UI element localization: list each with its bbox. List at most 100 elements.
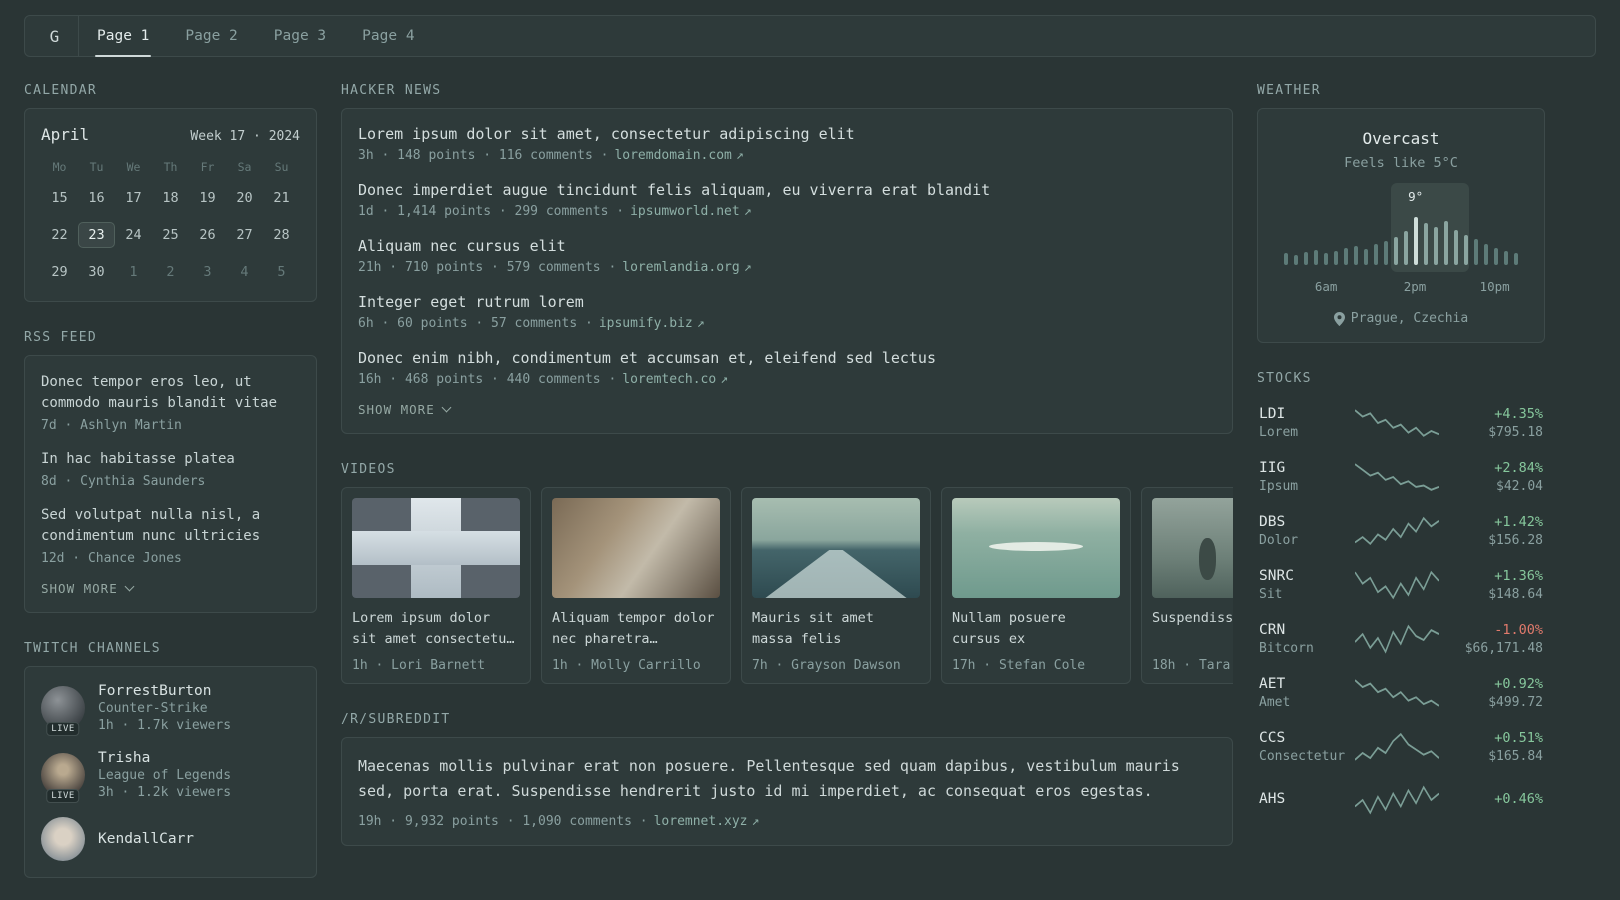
channel-name: ForrestBurton: [98, 683, 212, 699]
hn-item-domain-link[interactable]: loremtech.co ↗: [622, 372, 728, 387]
rss-item-meta: 8d · Cynthia Saunders: [41, 474, 206, 489]
hn-item: Aliquam nec cursus elit 21h · 710 points…: [358, 237, 1216, 275]
video-card[interactable]: Lorem ipsum dolor sit amet consectetu… 1…: [341, 487, 531, 684]
calendar-grid: Mo Tu We Th Fr Sa Su 15 16 17 18 19 20 2…: [41, 160, 300, 285]
hn-item-title[interactable]: Integer eget rutrum lorem: [358, 293, 1216, 311]
calendar-day: 30: [88, 264, 105, 280]
tab-page-2[interactable]: Page 2: [167, 16, 255, 56]
video-thumbnail: [1152, 498, 1233, 598]
external-link-icon: ↗: [743, 204, 752, 219]
hn-item-title[interactable]: Donec imperdiet augue tincidunt felis al…: [358, 181, 1216, 199]
hn-item-title[interactable]: Donec enim nibh, condimentum et accumsan…: [358, 349, 1216, 367]
twitch-channel-row[interactable]: LIVE ForrestBurton Counter-Strike 1h · 1…: [41, 683, 300, 736]
weekday-label: Fr: [200, 160, 215, 174]
stock-row[interactable]: DBS Dolor +1.42% $156.28: [1257, 504, 1545, 558]
stock-sparkline: [1355, 463, 1439, 491]
chevron-down-icon: [124, 581, 135, 592]
tab-page-3[interactable]: Page 3: [256, 16, 344, 56]
external-link-icon: ↗: [743, 260, 752, 275]
chevron-down-icon: [441, 402, 452, 413]
weather-bar: [1444, 221, 1448, 265]
video-meta: 1h · Molly Carrillo: [552, 658, 701, 673]
weekday-label: Tu: [89, 160, 104, 174]
stock-row[interactable]: CRN Bitcorn -1.00% $66,171.48: [1257, 612, 1545, 666]
rss-item-meta: 7d · Ashlyn Martin: [41, 418, 182, 433]
stock-sparkline: [1355, 624, 1439, 654]
calendar-month: April: [41, 125, 90, 144]
twitch-widget: TWITCH CHANNELS LIVE ForrestBurton Count…: [24, 641, 317, 878]
right-column: WEATHER Overcast Feels like 5°C 9° 6am 2…: [1257, 83, 1545, 826]
stock-row[interactable]: AHS +0.46%: [1257, 774, 1545, 826]
calendar-day-next-month: 4: [240, 264, 249, 280]
video-card[interactable]: Nullam posuere cursus ex 17h · Stefan Co…: [941, 487, 1131, 684]
rss-item-title[interactable]: Sed volutpat nulla nisl, a condimentum n…: [41, 505, 300, 547]
stock-ticker: CRN: [1259, 622, 1286, 638]
stock-name: Ipsum: [1259, 479, 1299, 494]
calendar-day: 21: [273, 190, 290, 206]
tab-page-1[interactable]: Page 1: [79, 16, 167, 57]
hn-item-title[interactable]: Aliquam nec cursus elit: [358, 237, 1216, 255]
weather-bar: [1464, 235, 1468, 265]
avatar: LIVE: [41, 753, 85, 803]
topbar: G Page 1 Page 2 Page 3 Page 4: [24, 15, 1596, 57]
stock-row[interactable]: SNRC Sit +1.36% $148.64: [1257, 558, 1545, 612]
hn-item-domain-link[interactable]: ipsumify.biz ↗: [599, 316, 705, 331]
calendar-day: 29: [51, 264, 68, 280]
weather-bar: [1334, 251, 1338, 265]
video-thumbnail: [352, 498, 520, 598]
stock-change: +1.42%: [1494, 514, 1543, 530]
hn-item-meta: 1d · 1,414 points · 299 comments ·: [358, 204, 625, 219]
subreddit-domain-link[interactable]: loremnet.xyz ↗: [654, 814, 760, 829]
calendar-widget: CALENDAR April Week 17 · 2024 Mo Tu We T…: [24, 83, 317, 302]
hn-item: Integer eget rutrum lorem 6h · 60 points…: [358, 293, 1216, 331]
video-meta: 17h · Stefan Cole: [952, 658, 1086, 673]
hn-show-more-label: SHOW MORE: [358, 402, 435, 417]
stock-name: Amet: [1259, 695, 1291, 710]
hn-item-domain-link[interactable]: ipsumworld.net ↗: [630, 204, 751, 219]
stock-row[interactable]: LDI Lorem +4.35% $795.18: [1257, 396, 1545, 450]
stock-ticker: DBS: [1259, 514, 1286, 530]
calendar-day: 17: [125, 190, 142, 206]
weather-bar: [1504, 251, 1508, 265]
video-card[interactable]: Aliquam tempor dolor nec pharetra… 1h · …: [541, 487, 731, 684]
subreddit-post-title[interactable]: Maecenas mollis pulvinar erat non posuer…: [358, 754, 1216, 804]
tab-page-4[interactable]: Page 4: [344, 16, 432, 56]
hn-item-domain-link[interactable]: loremdomain.com ↗: [614, 148, 743, 163]
stocks-list: LDI Lorem +4.35% $795.18 IIG Ipsum +2.84…: [1257, 396, 1545, 826]
stock-ticker: CCS: [1259, 730, 1286, 746]
weather-bar: [1404, 231, 1408, 265]
middle-column: HACKER NEWS Lorem ipsum dolor sit amet, …: [341, 83, 1233, 846]
rss-show-more-button[interactable]: SHOW MORE: [41, 581, 135, 596]
subreddit-card: Maecenas mollis pulvinar erat non posuer…: [341, 737, 1233, 846]
weekday-label: Th: [163, 160, 178, 174]
hn-item-meta: 16h · 468 points · 440 comments ·: [358, 372, 617, 387]
hn-item-domain-link[interactable]: loremlandia.org ↗: [622, 260, 751, 275]
video-title: Lorem ipsum dolor sit amet consectetu…: [352, 610, 515, 647]
stock-price: $156.28: [1488, 533, 1543, 548]
hn-item: Donec imperdiet augue tincidunt felis al…: [358, 181, 1216, 219]
stock-price: $165.84: [1488, 749, 1543, 764]
stock-row[interactable]: CCS Consectetur +0.51% $165.84: [1257, 720, 1545, 774]
hn-show-more-button[interactable]: SHOW MORE: [358, 402, 452, 417]
stock-sparkline: [1355, 516, 1439, 546]
stock-sparkline: [1355, 409, 1439, 437]
weather-feels-like: Feels like 5°C: [1344, 155, 1458, 171]
weather-bar: [1344, 248, 1348, 265]
weekday-label: Su: [274, 160, 289, 174]
stock-change: -1.00%: [1494, 622, 1543, 638]
twitch-channel-row[interactable]: LIVE Trisha League of Legends 3h · 1.2k …: [41, 750, 300, 803]
rss-item-title[interactable]: In hac habitasse platea: [41, 449, 300, 470]
stock-sparkline: [1355, 679, 1439, 707]
external-link-icon: ↗: [735, 148, 744, 163]
video-card[interactable]: Suspendisse diam 18h · Tara: [1141, 487, 1233, 684]
twitch-channel-row[interactable]: KendallCarr: [41, 817, 300, 861]
avatar: LIVE: [41, 686, 85, 736]
stock-row[interactable]: IIG Ipsum +2.84% $42.04: [1257, 450, 1545, 504]
rss-item-title[interactable]: Donec tempor eros leo, ut commodo mauris…: [41, 372, 300, 414]
stock-row[interactable]: AET Amet +0.92% $499.72: [1257, 666, 1545, 720]
hn-item-meta: 6h · 60 points · 57 comments ·: [358, 316, 593, 331]
calendar-card: April Week 17 · 2024 Mo Tu We Th Fr Sa S…: [24, 108, 317, 302]
video-card[interactable]: Mauris sit amet massa felis 7h · Grayson…: [741, 487, 931, 684]
app-logo[interactable]: G: [31, 16, 79, 56]
hn-item-title[interactable]: Lorem ipsum dolor sit amet, consectetur …: [358, 125, 1216, 143]
